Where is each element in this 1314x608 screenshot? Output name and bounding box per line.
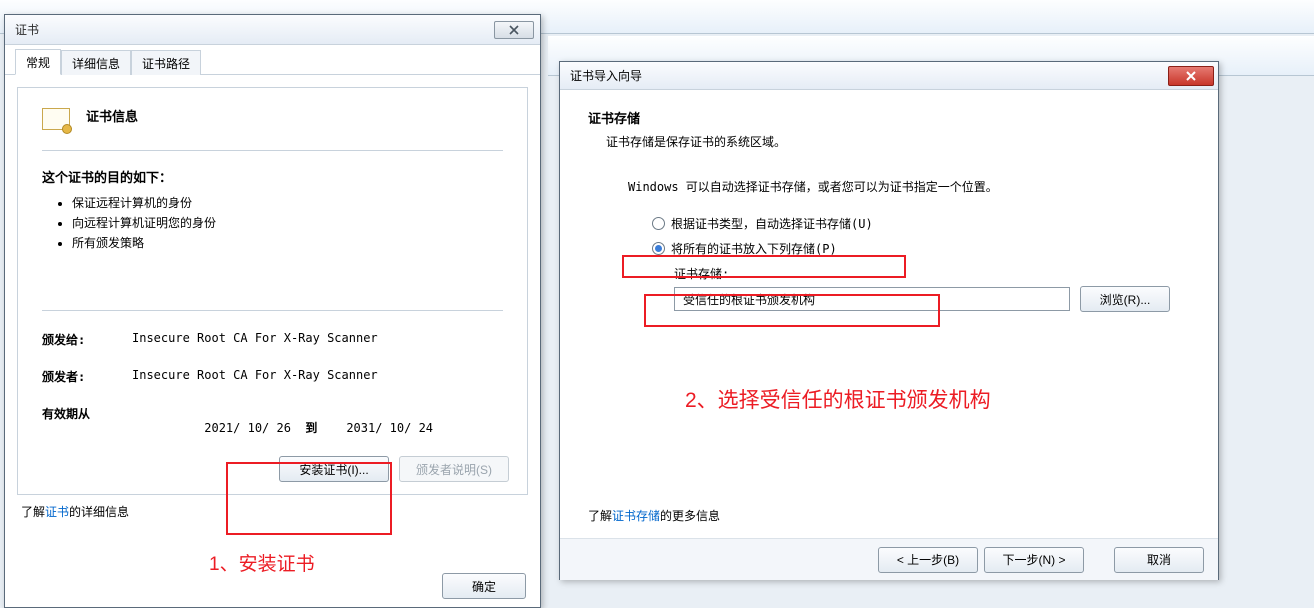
cert-tab-strip: 常规 详细信息 证书路径 (5, 45, 540, 75)
valid-to: 2031/ 10/ 24 (346, 421, 433, 435)
issuer-statement-button: 颁发者说明(S) (399, 456, 509, 482)
radio-place-row[interactable]: 将所有的证书放入下列存储(P) (652, 240, 1190, 257)
issued-by-row: 颁发者: Insecure Root CA For X-Ray Scanner (42, 368, 503, 385)
cert-purpose-item: 向远程计算机证明您的身份 (72, 214, 503, 231)
issued-to-value: Insecure Root CA For X-Ray Scanner (132, 331, 503, 348)
wizard-body: 证书存储 证书存储是保存证书的系统区域。 Windows 可以自动选择证书存储，… (560, 90, 1218, 538)
wizard-heading: 证书存储 (588, 108, 1190, 127)
issued-by-label: 颁发者: (42, 368, 132, 385)
learn-prefix: 了解 (588, 509, 612, 523)
learn-suffix: 的更多信息 (660, 509, 720, 523)
browse-button[interactable]: 浏览(R)... (1080, 286, 1170, 312)
wizard-cancel-button[interactable]: 取消 (1114, 547, 1204, 573)
valid-to-word: 到 (305, 421, 317, 435)
cert-purpose-item: 保证远程计算机的身份 (72, 194, 503, 211)
wizard-learn-link[interactable]: 证书存储 (612, 509, 660, 523)
annotation-text-step1: 1、安装证书 (209, 549, 315, 576)
validity-value: 2021/ 10/ 26 到 2031/ 10/ 24 (132, 405, 503, 450)
cert-ok-button[interactable]: 确定 (442, 573, 526, 599)
wizard-dialog: 证书导入向导 证书存储 证书存储是保存证书的系统区域。 Windows 可以自动… (559, 61, 1219, 580)
divider (42, 150, 503, 151)
cert-purpose-list: 保证远程计算机的身份 向远程计算机证明您的身份 所有颁发策略 (72, 194, 503, 251)
install-cert-button[interactable]: 安装证书(I)... (279, 456, 389, 482)
radio-auto[interactable] (652, 217, 665, 230)
cert-purpose-title: 这个证书的目的如下： (42, 167, 503, 186)
cert-purpose-item: 所有颁发策略 (72, 234, 503, 251)
cert-close-button[interactable] (494, 21, 534, 39)
radio-place-label: 将所有的证书放入下列存储(P) (671, 240, 837, 257)
certificate-icon (42, 106, 74, 134)
wizard-footer: < 上一步(B) 下一步(N) > 取消 (560, 538, 1218, 580)
learn-prefix: 了解 (21, 505, 45, 519)
validity-row: 有效期从 2021/ 10/ 26 到 2031/ 10/ 24 (42, 405, 503, 450)
radio-auto-row[interactable]: 根据证书类型，自动选择证书存储(U) (652, 215, 1190, 232)
cert-info-title: 证书信息 (86, 106, 138, 125)
store-subsection: 证书存储: 受信任的根证书颁发机构 浏览(R)... (674, 265, 1190, 312)
cert-dialog-title: 证书 (15, 21, 494, 38)
close-icon (509, 25, 519, 35)
wizard-title: 证书导入向导 (570, 67, 1168, 84)
wizard-radio-group: 根据证书类型，自动选择证书存储(U) 将所有的证书放入下列存储(P) (652, 215, 1190, 257)
cert-titlebar[interactable]: 证书 (5, 15, 540, 45)
tab-details[interactable]: 详细信息 (61, 50, 131, 75)
certificate-dialog: 证书 常规 详细信息 证书路径 证书信息 这个证书的目的如下： 保证远程计算机的… (4, 14, 541, 608)
issued-to-row: 颁发给: Insecure Root CA For X-Ray Scanner (42, 331, 503, 348)
cert-action-row: 安装证书(I)... 颁发者说明(S) (279, 456, 509, 482)
tab-general[interactable]: 常规 (15, 49, 61, 75)
wizard-learn-more: 了解证书存储的更多信息 (588, 507, 720, 524)
learn-suffix: 的详细信息 (69, 505, 129, 519)
wizard-titlebar[interactable]: 证书导入向导 (560, 62, 1218, 90)
radio-auto-label: 根据证书类型，自动选择证书存储(U) (671, 215, 873, 232)
store-label: 证书存储: (674, 265, 1190, 282)
issued-to-label: 颁发给: (42, 331, 132, 348)
cert-tab-body: 证书信息 这个证书的目的如下： 保证远程计算机的身份 向远程计算机证明您的身份 … (5, 75, 540, 532)
divider (42, 310, 503, 311)
close-icon (1185, 71, 1197, 81)
radio-place[interactable] (652, 242, 665, 255)
tab-path[interactable]: 证书路径 (131, 50, 201, 75)
cert-info-panel: 证书信息 这个证书的目的如下： 保证远程计算机的身份 向远程计算机证明您的身份 … (17, 87, 528, 495)
store-input[interactable]: 受信任的根证书颁发机构 (674, 287, 1070, 311)
wizard-instruction: Windows 可以自动选择证书存储，或者您可以为证书指定一个位置。 (628, 178, 1190, 195)
store-input-value: 受信任的根证书颁发机构 (683, 291, 815, 308)
issued-by-value: Insecure Root CA For X-Ray Scanner (132, 368, 503, 385)
cert-learn-link[interactable]: 证书 (45, 505, 69, 519)
wizard-next-button[interactable]: 下一步(N) > (984, 547, 1084, 573)
cert-learn-more: 了解证书的详细信息 (21, 503, 524, 520)
wizard-subtext: 证书存储是保存证书的系统区域。 (606, 133, 1190, 150)
wizard-back-button[interactable]: < 上一步(B) (878, 547, 978, 573)
validity-label: 有效期从 (42, 405, 132, 450)
cert-footer: 确定 (442, 573, 526, 599)
valid-from: 2021/ 10/ 26 (204, 421, 291, 435)
wizard-close-button[interactable] (1168, 66, 1214, 86)
